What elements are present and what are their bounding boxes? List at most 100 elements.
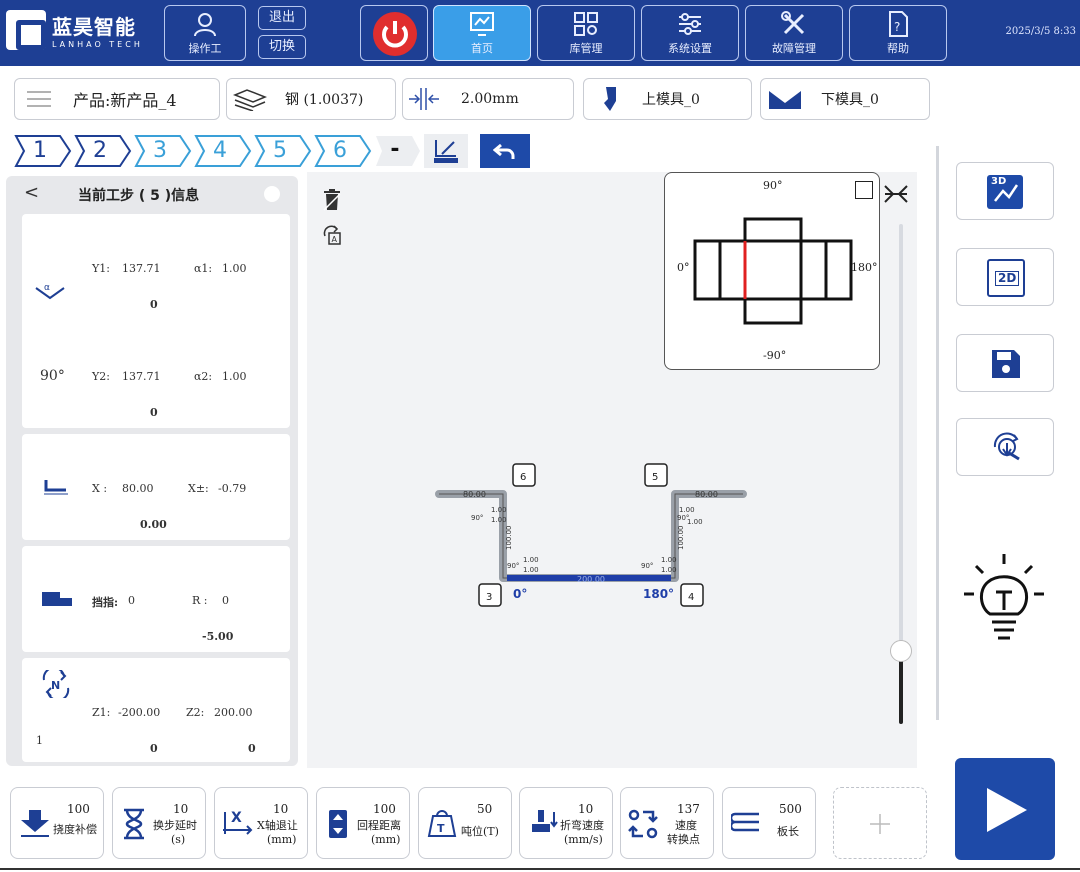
deflection-comp-button[interactable]: 100 挠度补偿 <box>10 787 104 859</box>
sheet-length-icon <box>731 812 759 832</box>
panel-back-button[interactable]: < <box>24 182 39 203</box>
step-remove-button[interactable]: - <box>374 134 422 168</box>
switch-button[interactable]: 切换 <box>258 35 306 59</box>
zoom-slider-track <box>899 224 903 650</box>
thickness-value: 2.00mm <box>461 91 519 107</box>
return-distance-button[interactable]: 100 回程距离 (mm) <box>316 787 410 859</box>
upper-die-selector[interactable]: 上模具_0 <box>583 78 752 120</box>
sheet-length-button[interactable]: 500 板长 <box>722 787 816 859</box>
step-5[interactable]: 5 <box>254 134 312 168</box>
material-selector[interactable]: 钢 (1.0037) <box>226 78 396 120</box>
step-3[interactable]: 3 <box>134 134 192 168</box>
small-b-3: 1.00 <box>523 566 539 574</box>
step-5-label: 5 <box>273 138 287 163</box>
speed-change-label-2: 转换点 <box>667 833 700 846</box>
start-button[interactable] <box>955 758 1055 860</box>
angle-v2: 0 <box>150 406 158 419</box>
nav-library[interactable]: 库管理 <box>537 5 635 61</box>
lower-die-selector[interactable]: 下模具_0 <box>760 78 930 120</box>
a1-value[interactable]: 1.00 <box>222 262 247 275</box>
step-4[interactable]: 4 <box>194 134 252 168</box>
y2-value[interactable]: 137.71 <box>122 370 161 383</box>
brand-name: 蓝昊智能 <box>52 15 136 39</box>
bend-speed-label: 折弯速度 <box>560 819 604 832</box>
z2-value[interactable]: 200.00 <box>214 706 253 719</box>
angle-small-1: 90° <box>471 514 483 522</box>
step-2[interactable]: 2 <box>74 134 132 168</box>
speed-change-label: 速度 <box>675 819 697 832</box>
small-a-4: 1.00 <box>661 556 677 564</box>
finger-value[interactable]: 0 <box>128 594 135 607</box>
tag-6: 6 <box>520 472 526 483</box>
auto-rotate-icon[interactable]: A <box>321 224 343 246</box>
angle-small-3: 90° <box>507 562 519 570</box>
x-retract-value: 10 <box>273 802 289 816</box>
lightbulb-icon[interactable] <box>962 552 1046 644</box>
preview-right-label: 180° <box>851 261 878 274</box>
logout-button[interactable]: 退出 <box>258 6 306 30</box>
a2-value[interactable]: 1.00 <box>222 370 247 383</box>
sheet-length-value: 500 <box>779 802 802 816</box>
step-delay-button[interactable]: 10 换步延时 (s) <box>112 787 206 859</box>
view-2d-button[interactable]: 2D <box>956 248 1054 306</box>
speed-change-point-button[interactable]: 137 速度 转换点 <box>620 787 714 859</box>
deflection-label: 挠度补偿 <box>53 823 97 836</box>
small-b-1: 1.00 <box>491 516 507 524</box>
step-6[interactable]: 6 <box>314 134 372 168</box>
unfold-preview: 90° 0° 180° -90° <box>664 172 880 370</box>
hourglass-icon <box>124 808 144 840</box>
y1-value[interactable]: 137.71 <box>122 262 161 275</box>
save-button[interactable] <box>956 334 1054 392</box>
x-retract-button[interactable]: X 10 X轴退让 (mm) <box>214 787 308 859</box>
nav-home[interactable]: 首页 <box>433 5 531 61</box>
small-a-3: 1.00 <box>523 556 539 564</box>
r-value[interactable]: 0 <box>222 594 229 607</box>
panel-status-dot <box>264 186 280 202</box>
top-bar: 蓝昊智能 LANHAO TECH 操作工 退出 切换 首页 库管理 系统设置 故… <box>0 0 1080 66</box>
preview-checkbox[interactable] <box>855 181 873 199</box>
collapse-icon[interactable] <box>883 184 909 204</box>
touch-rotate-button[interactable] <box>956 418 1054 476</box>
lower-die-icon <box>769 91 801 109</box>
edit-graph-button[interactable] <box>424 134 468 168</box>
deflection-icon <box>21 810 49 837</box>
dim-left-vert: 100.00 <box>505 526 513 551</box>
x-correction-value[interactable]: -0.79 <box>218 482 246 495</box>
step-3-label: 3 <box>153 138 167 163</box>
x-value[interactable]: 80.00 <box>122 482 154 495</box>
swap-icon <box>628 809 658 839</box>
undo-button[interactable] <box>480 134 530 168</box>
tonnage-button[interactable]: T 50 吨位(T) <box>418 787 512 859</box>
small-a-1: 1.00 <box>491 506 507 514</box>
drawing-canvas[interactable]: A 90° 0° 180° -90° 6 5 3 4 80.00 80.00 2… <box>307 172 917 768</box>
operator-label: 操作工 <box>188 42 222 55</box>
a1-label: α1: <box>194 262 213 275</box>
zoom-slider[interactable] <box>890 224 912 724</box>
nav-settings[interactable]: 系统设置 <box>641 5 739 61</box>
zoom-slider-handle[interactable] <box>890 640 912 662</box>
preview-top-label: 90° <box>763 179 783 192</box>
x-axis-card: X : 80.00 X±: -0.79 0.00 <box>22 434 290 540</box>
rotate-n-icon: N <box>42 670 70 698</box>
return-distance-value: 100 <box>373 802 396 816</box>
thickness-selector[interactable]: 2.00mm <box>402 78 574 120</box>
step-1[interactable]: 1 <box>14 134 72 168</box>
brand-logo: 蓝昊智能 LANHAO TECH <box>6 10 143 50</box>
speed-change-value: 137 <box>677 802 700 816</box>
power-button[interactable] <box>360 5 428 61</box>
product-selector[interactable]: 产品:新产品_4 <box>14 78 220 120</box>
bend-speed-button[interactable]: 10 折弯速度 (mm/s) <box>519 787 613 859</box>
power-icon <box>373 12 417 56</box>
step-2-label: 2 <box>93 138 107 163</box>
view-3d-button[interactable]: 3D <box>956 162 1054 220</box>
nav-fault[interactable]: 故障管理 <box>745 5 843 61</box>
operator-button[interactable]: 操作工 <box>164 5 246 61</box>
z1-value[interactable]: -200.00 <box>118 706 160 719</box>
thickness-icon <box>409 88 439 110</box>
delete-icon[interactable] <box>321 188 343 212</box>
nav-help[interactable]: ? 帮助 <box>849 5 947 61</box>
add-parameter-button[interactable] <box>833 787 927 859</box>
weight-icon: T <box>427 810 457 837</box>
logo-icon <box>6 10 46 50</box>
material-sheets-icon <box>232 89 268 111</box>
